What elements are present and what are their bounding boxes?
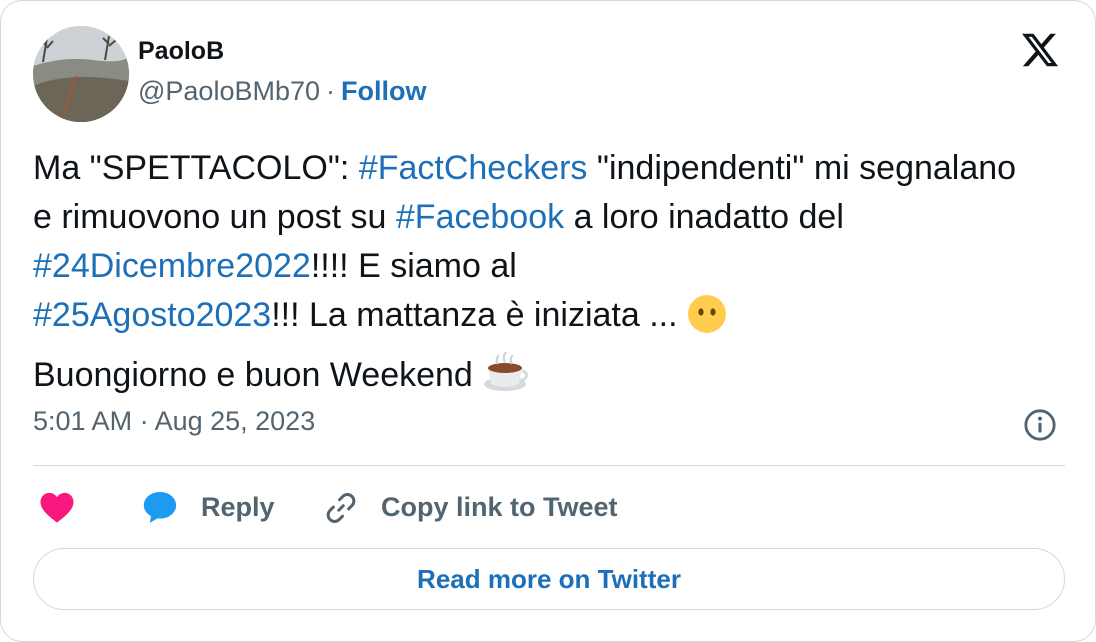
text-segment: !!! La mattanza è iniziata ...: [271, 296, 687, 334]
author-handle-line: @PaoloBMb70 · Follow: [138, 76, 427, 107]
tweet-timestamp[interactable]: 5:01 AM · Aug 25, 2023: [33, 406, 315, 437]
hashtag-link[interactable]: #25Agosto2023: [33, 296, 271, 334]
text-segment: a loro inadatto del: [564, 198, 844, 236]
avatar-image: [33, 26, 129, 122]
reply-button[interactable]: Reply: [201, 492, 275, 523]
tweet-card: PaoloB @PaoloBMb70 · Follow Ma "SPETTACOLO…: [0, 0, 1096, 642]
heart-icon[interactable]: [39, 490, 75, 524]
separator: ·: [326, 76, 336, 106]
text-segment: Buongiorno e buon Weekend: [33, 356, 483, 394]
text-segment: Ma "SPETTACOLO":: [33, 149, 359, 187]
speech-bubble-icon[interactable]: [141, 488, 179, 526]
tweet-text: Ma "SPETTACOLO": #FactCheckers "indipend…: [33, 144, 1033, 408]
text-segment: !!!! E siamo al: [310, 247, 517, 285]
avatar[interactable]: [33, 26, 129, 122]
hot-beverage-icon: [482, 348, 529, 408]
hashtag-link[interactable]: #Facebook: [396, 198, 564, 236]
hashtag-link[interactable]: #FactCheckers: [359, 149, 588, 187]
copy-link-button[interactable]: Copy link to Tweet: [381, 492, 618, 523]
read-more-button[interactable]: Read more on Twitter: [33, 548, 1065, 610]
x-logo-icon[interactable]: [1019, 30, 1061, 70]
link-icon[interactable]: [323, 490, 359, 526]
author-name[interactable]: PaoloB: [138, 37, 224, 66]
author-handle[interactable]: @PaoloBMb70: [138, 76, 320, 106]
follow-button[interactable]: Follow: [341, 76, 426, 106]
info-icon[interactable]: [1023, 408, 1057, 442]
hashtag-link[interactable]: #24Dicembre2022: [33, 247, 311, 285]
face-without-mouth-icon: [687, 294, 727, 348]
divider: [33, 465, 1065, 466]
